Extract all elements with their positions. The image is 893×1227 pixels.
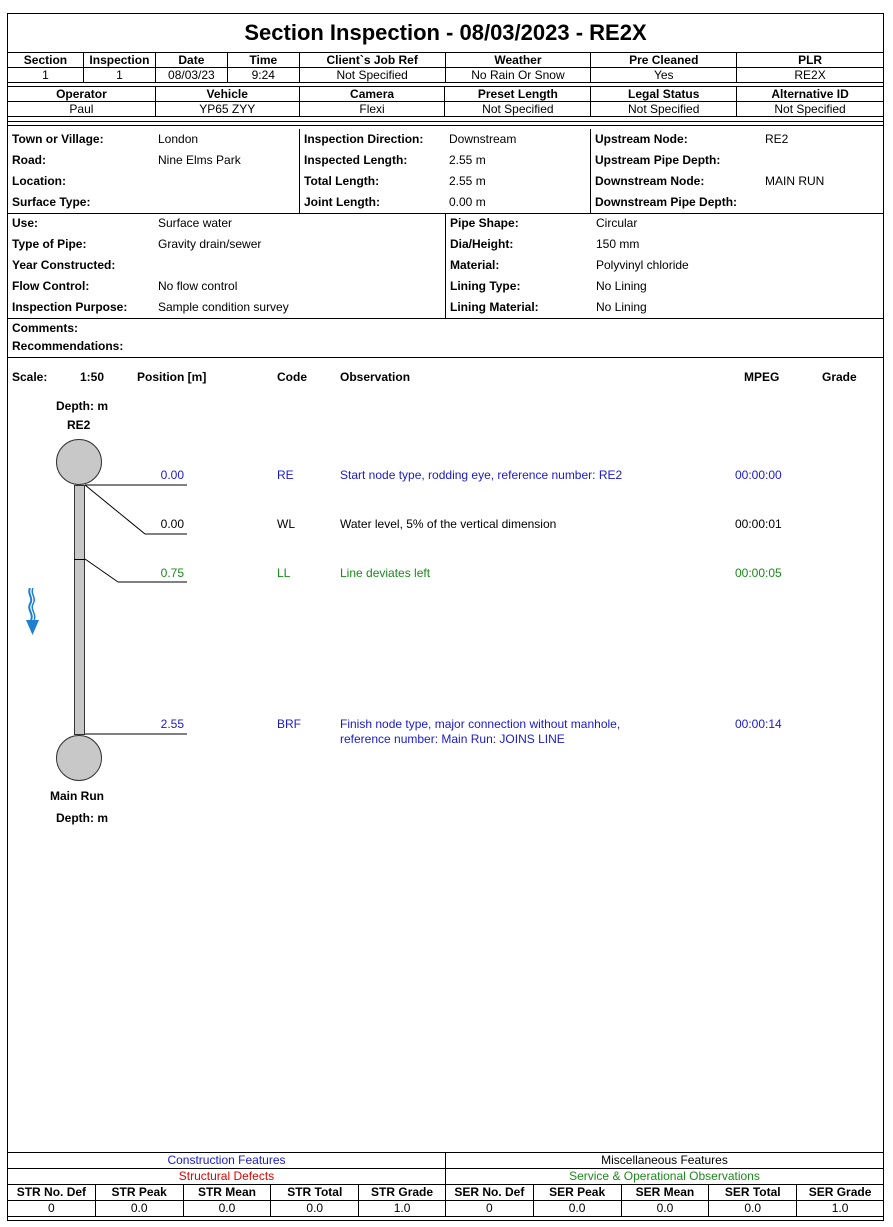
observation-code: WL <box>277 517 295 531</box>
ser-peak-label: SER Peak <box>532 1184 622 1201</box>
str-no-def-value: 0 <box>7 1200 96 1217</box>
str-grade-value: 1.0 <box>358 1200 446 1217</box>
observation-text: Water level, 5% of the vertical dimensio… <box>340 517 557 531</box>
misc-features-label: Miscellaneous Features <box>444 1152 885 1169</box>
str-mean-value: 0.0 <box>182 1200 272 1217</box>
ser-no-def-label: SER No. Def <box>444 1184 534 1201</box>
observation-mpeg: 00:00:01 <box>735 517 782 531</box>
observation-text: Finish node type, major connection witho… <box>340 717 621 731</box>
observation-mpeg: 00:00:14 <box>735 717 782 731</box>
service-observations-label: Service & Operational Observations <box>444 1168 885 1185</box>
end-node-depth: Depth: m <box>56 811 108 825</box>
observation-code: LL <box>277 566 291 580</box>
ser-no-def-value: 0 <box>444 1200 534 1217</box>
observation-code: RE <box>277 468 294 482</box>
observation-position: 0.75 <box>160 566 184 580</box>
ser-mean-label: SER Mean <box>620 1184 710 1201</box>
str-grade-label: STR Grade <box>358 1184 446 1201</box>
flow-arrow-down-icon <box>26 588 39 635</box>
observation-text-line2: reference number: Main Run: JOINS LINE <box>340 732 565 746</box>
observation-position: 0.00 <box>160 517 184 531</box>
construction-features-label: Construction Features <box>7 1152 446 1169</box>
observation-text: Start node type, rodding eye, reference … <box>340 468 623 482</box>
ser-mean-value: 0.0 <box>620 1200 710 1217</box>
str-mean-label: STR Mean <box>182 1184 272 1201</box>
observation-leader-lines <box>84 484 187 735</box>
str-no-def-label: STR No. Def <box>7 1184 96 1201</box>
str-peak-value: 0.0 <box>94 1200 184 1217</box>
str-peak-label: STR Peak <box>94 1184 184 1201</box>
ser-peak-value: 0.0 <box>532 1200 622 1217</box>
ser-grade-label: SER Grade <box>796 1184 884 1201</box>
end-node-name: Main Run <box>50 789 104 803</box>
ser-total-label: SER Total <box>708 1184 798 1201</box>
str-total-value: 0.0 <box>270 1200 360 1217</box>
footer-summary-table: Construction Features Miscellaneous Feat… <box>7 1152 885 1217</box>
observation-position: 0.00 <box>160 468 184 482</box>
observation-position: 2.55 <box>160 717 184 731</box>
inspection-report: Section Inspection - 08/03/2023 - RE2X S… <box>7 13 885 1221</box>
observation-mpeg: 00:00:00 <box>735 468 782 482</box>
str-total-label: STR Total <box>270 1184 360 1201</box>
ser-total-value: 0.0 <box>708 1200 798 1217</box>
structural-defects-label: Structural Defects <box>7 1168 446 1185</box>
observation-text: Line deviates left <box>340 566 431 580</box>
ser-grade-value: 1.0 <box>796 1200 884 1217</box>
observation-code: BRF <box>277 717 301 731</box>
observation-mpeg: 00:00:05 <box>735 566 782 580</box>
